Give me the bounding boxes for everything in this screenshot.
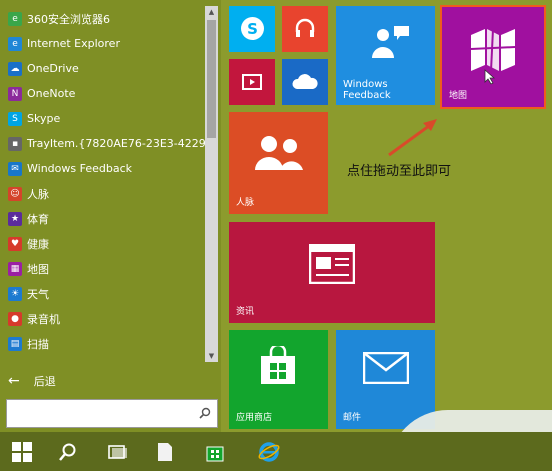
- skype-icon: S: [241, 17, 264, 40]
- app-list-item[interactable]: e Internet Explorer: [0, 31, 205, 56]
- health-icon: ♥: [8, 236, 22, 251]
- app-list-item[interactable]: ★ 体育: [0, 206, 205, 231]
- mail-envelope-icon: [363, 352, 409, 384]
- app-list-item[interactable]: ☀ 天气: [0, 281, 205, 306]
- video-icon: [242, 74, 262, 90]
- app-list-item[interactable]: ♥ 健康: [0, 231, 205, 256]
- taskbar: [0, 432, 552, 471]
- feedback-icon: ✉: [8, 161, 22, 176]
- app-list-item[interactable]: ☺ 人脉: [0, 181, 205, 206]
- app-list-item-label: 地图: [27, 262, 49, 276]
- windows-logo-icon: [12, 441, 32, 462]
- app-list-item-label: 体育: [27, 212, 49, 226]
- app-list-item-label: OneNote: [27, 87, 76, 100]
- taskbar-search-button[interactable]: [53, 432, 83, 471]
- annotation-arrow: [388, 119, 437, 157]
- feedback-people-icon: [372, 26, 409, 58]
- app-list-item-label: 人脉: [27, 187, 49, 201]
- headphones-icon: [295, 18, 315, 37]
- maps-icon: ▦: [8, 261, 22, 276]
- scroll-up-arrow-icon[interactable]: ▲: [205, 6, 218, 18]
- back-button[interactable]: ← 后退: [8, 372, 56, 390]
- scroll-down-arrow-icon[interactable]: ▼: [205, 350, 218, 362]
- scan-icon: ▤: [8, 336, 22, 351]
- app-list-item[interactable]: N OneNote: [0, 81, 205, 106]
- skype-icon: S: [8, 111, 22, 126]
- people-icon: ☺: [8, 186, 22, 201]
- maps-label: 地图: [449, 91, 468, 101]
- tray-item-icon: ▪: [8, 136, 22, 151]
- taskbar-ie-button[interactable]: [252, 432, 286, 471]
- search-icon: [59, 443, 76, 461]
- onenote-icon: N: [8, 86, 22, 101]
- ie-icon: e: [8, 36, 22, 51]
- app-list-item[interactable]: ▪ TrayItem.{7820AE76-23E3-4229-82C1: [0, 131, 205, 156]
- internet-explorer-icon: [258, 441, 280, 462]
- annotation-text: 点住拖动至此即可: [347, 164, 452, 179]
- music-tile[interactable]: [282, 6, 328, 52]
- recorder-icon: ●: [8, 311, 22, 326]
- file-icon: [158, 442, 172, 461]
- back-arrow-icon: ←: [8, 373, 20, 389]
- 360-browser-icon: e: [8, 11, 22, 26]
- search-icon[interactable]: [199, 407, 211, 419]
- task-view-button[interactable]: [103, 432, 133, 471]
- app-list-item[interactable]: e 360安全浏览器6: [0, 6, 205, 31]
- people-tile[interactable]: 人脉: [229, 112, 328, 214]
- app-list-item-label: 扫描: [27, 337, 49, 351]
- news-icon: [309, 244, 355, 284]
- app-list-item[interactable]: S Skype: [0, 106, 205, 131]
- maps-tile[interactable]: 地图: [440, 5, 546, 109]
- scroll-thumb[interactable]: [207, 20, 216, 138]
- app-list-item-label: Internet Explorer: [27, 37, 120, 50]
- feedback-label-line2: Feedback: [343, 90, 391, 101]
- mail-label: 邮件: [343, 413, 362, 423]
- app-list-item-label: OneDrive: [27, 62, 79, 75]
- cloud-icon: [292, 74, 318, 89]
- start-button[interactable]: [0, 432, 44, 471]
- app-list-item[interactable]: ☁ OneDrive: [0, 56, 205, 81]
- back-label: 后退: [33, 375, 56, 388]
- task-view-icon: [108, 444, 127, 459]
- app-list-item-label: Windows Feedback: [27, 162, 132, 175]
- windows-feedback-label: Windows Feedback: [343, 79, 391, 101]
- windows-feedback-tile[interactable]: Windows Feedback: [336, 6, 435, 105]
- news-label: 资讯: [236, 307, 255, 317]
- people-icon: [255, 136, 303, 170]
- app-list-item-label: Skype: [27, 112, 61, 125]
- app-list-item[interactable]: ▤ 扫描: [0, 331, 205, 356]
- app-list-item-label: 天气: [27, 287, 49, 301]
- app-list-item[interactable]: ▦ 地图: [0, 256, 205, 281]
- onedrive-icon: ☁: [8, 61, 22, 76]
- store-bag-icon: [261, 346, 295, 384]
- store-tile[interactable]: 应用商店: [229, 330, 328, 429]
- app-list-item-label: 360安全浏览器6: [27, 12, 110, 26]
- taskbar-store-button[interactable]: [200, 432, 230, 471]
- app-list-item-label: 健康: [27, 237, 49, 251]
- store-label: 应用商店: [236, 413, 273, 423]
- sports-icon: ★: [8, 211, 22, 226]
- people-label: 人脉: [236, 198, 255, 208]
- app-list: e 360安全浏览器6 e Internet Explorer ☁ OneDrive N On…: [0, 6, 205, 356]
- app-list-item-label: TrayItem.{7820AE76-23E3-4229-82C1: [27, 137, 205, 150]
- mouse-pointer-icon: [484, 69, 496, 85]
- app-list-item-label: 录音机: [27, 312, 60, 326]
- mail-tile[interactable]: 邮件: [336, 330, 435, 429]
- map-icon: [470, 28, 516, 72]
- onedrive-tile[interactable]: [282, 59, 328, 105]
- video-tile[interactable]: [229, 59, 275, 105]
- taskbar-file-button[interactable]: [150, 432, 180, 471]
- app-list-item[interactable]: ● 录音机: [0, 306, 205, 331]
- app-list-item[interactable]: ✉ Windows Feedback: [0, 156, 205, 181]
- feedback-label-line1: Windows: [343, 79, 388, 90]
- start-menu-app-list-panel: e 360安全浏览器6 e Internet Explorer ☁ OneDrive N On…: [0, 0, 221, 432]
- search-input[interactable]: [6, 399, 218, 428]
- app-list-scrollbar[interactable]: ▲ ▼: [205, 6, 218, 362]
- skype-tile[interactable]: S: [229, 6, 275, 52]
- store-icon: [206, 446, 224, 461]
- weather-icon: ☀: [8, 286, 22, 301]
- news-tile[interactable]: 资讯: [229, 222, 435, 323]
